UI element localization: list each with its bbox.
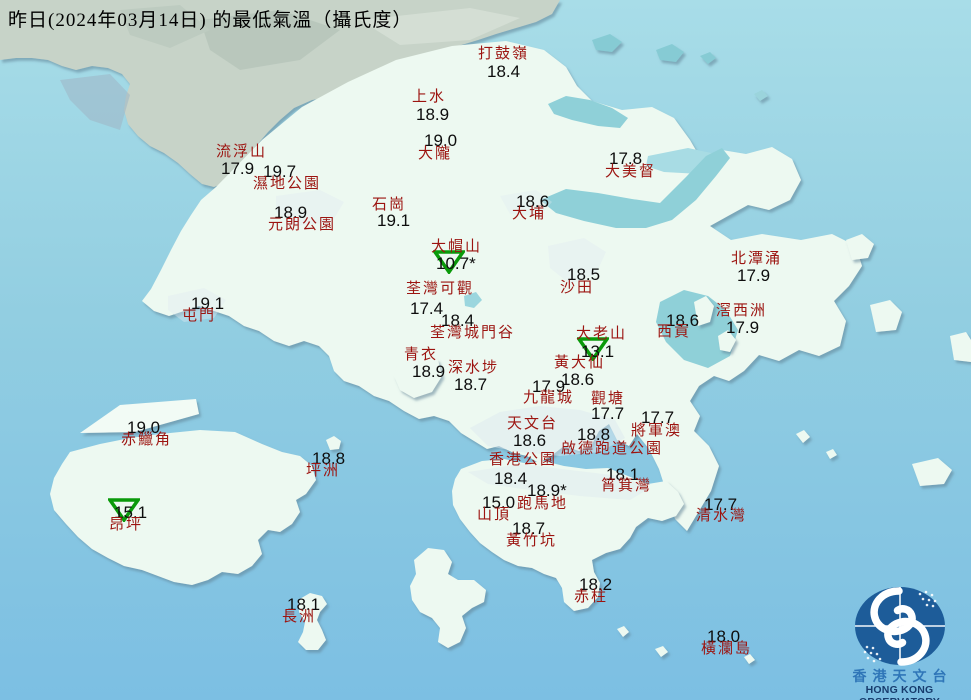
station-temperature-value: 18.4 [487,62,521,81]
station-temperature-value: 18.9 [412,362,446,381]
hko-logo-name-cn: 香港天文台 [852,670,953,685]
station-name-label: 上水 [412,89,447,105]
hko-logo: 香港天文台 HONG KONG OBSERVATORY [828,578,971,700]
station-temperature-value: 18.9 [416,105,450,124]
station-name-label: 黃竹坑 [506,533,558,549]
station-name-label: 昂坪 [109,517,144,533]
hong-kong-map-image [0,0,971,700]
station-temperature-value: 18.4 [494,469,528,488]
station-name-label: 青衣 [404,347,439,363]
station-name-label: 黃大仙 [554,355,606,371]
station-name-label: 香港公園 [489,452,558,468]
station-name-label: 清水灣 [696,508,748,524]
station-name-label: 赤柱 [574,589,609,605]
station-temperature-value: 17.9 [737,266,771,285]
station-name-label: 大隴 [418,146,453,162]
station-name-label: 西貢 [657,324,692,340]
station-name-label: 筲箕灣 [601,478,653,494]
station-name-label: 山頂 [477,507,512,523]
station-name-label: 荃灣城門谷 [430,325,516,341]
station-name-label: 赤鱲角 [121,432,173,448]
station-temperature-value: 17.4 [410,299,444,318]
station-name-label: 將軍澳 [631,423,683,439]
station-name-label: 觀塘 [591,391,626,407]
hko-logo-name-en: HONG KONG OBSERVATORY [859,684,940,700]
station-name-label: 屯門 [182,308,217,324]
station-name-label: 坪洲 [306,463,341,479]
station-name-label: 長洲 [282,609,317,625]
station-name-label: 大埔 [512,206,547,222]
station-temperature-value: 19.1 [377,211,411,230]
station-temperature-value: 18.6 [561,370,595,389]
station-name-label: 沙田 [560,280,595,296]
station-name-label: 橫瀾島 [701,641,753,657]
station-name-label: 北潭涌 [731,251,783,267]
station-name-label: 啟德跑道公園 [561,441,664,457]
station-temperature-value: 17.7 [591,404,625,423]
weather-map: 昨日(2024年03月14日) 的最低氣溫（攝氏度） 18.4 打鼓嶺 18.9 上水… [0,0,971,700]
station-temperature-value: 17.9 [726,318,760,337]
station-name-label: 跑馬地 [517,496,569,512]
station-temperature-value: 17.9 [221,159,255,178]
station-temperature-value: 18.7 [454,375,488,394]
station-temperature-value: 18.6 [513,431,547,450]
station-name-label: 打鼓嶺 [478,46,530,62]
station-name-label: 荃灣可觀 [406,281,475,297]
station-name-label: 大美督 [605,164,657,180]
station-name-label: 天文台 [507,416,559,432]
station-temperature-value: 10.7* [436,254,476,273]
station-name-label: 流浮山 [216,144,268,160]
station-name-label: 石崗 [372,197,407,213]
station-name-label: 元朗公園 [268,217,337,233]
station-name-label: 濕地公園 [253,176,322,192]
station-name-label: 滘西洲 [716,303,768,319]
map-title: 昨日(2024年03月14日) 的最低氣溫（攝氏度） [8,10,413,31]
station-name-label: 九龍城 [523,390,575,406]
station-name-label: 大老山 [576,326,628,342]
station-name-label: 深水埗 [448,360,500,376]
station-name-label: 大帽山 [431,239,483,255]
